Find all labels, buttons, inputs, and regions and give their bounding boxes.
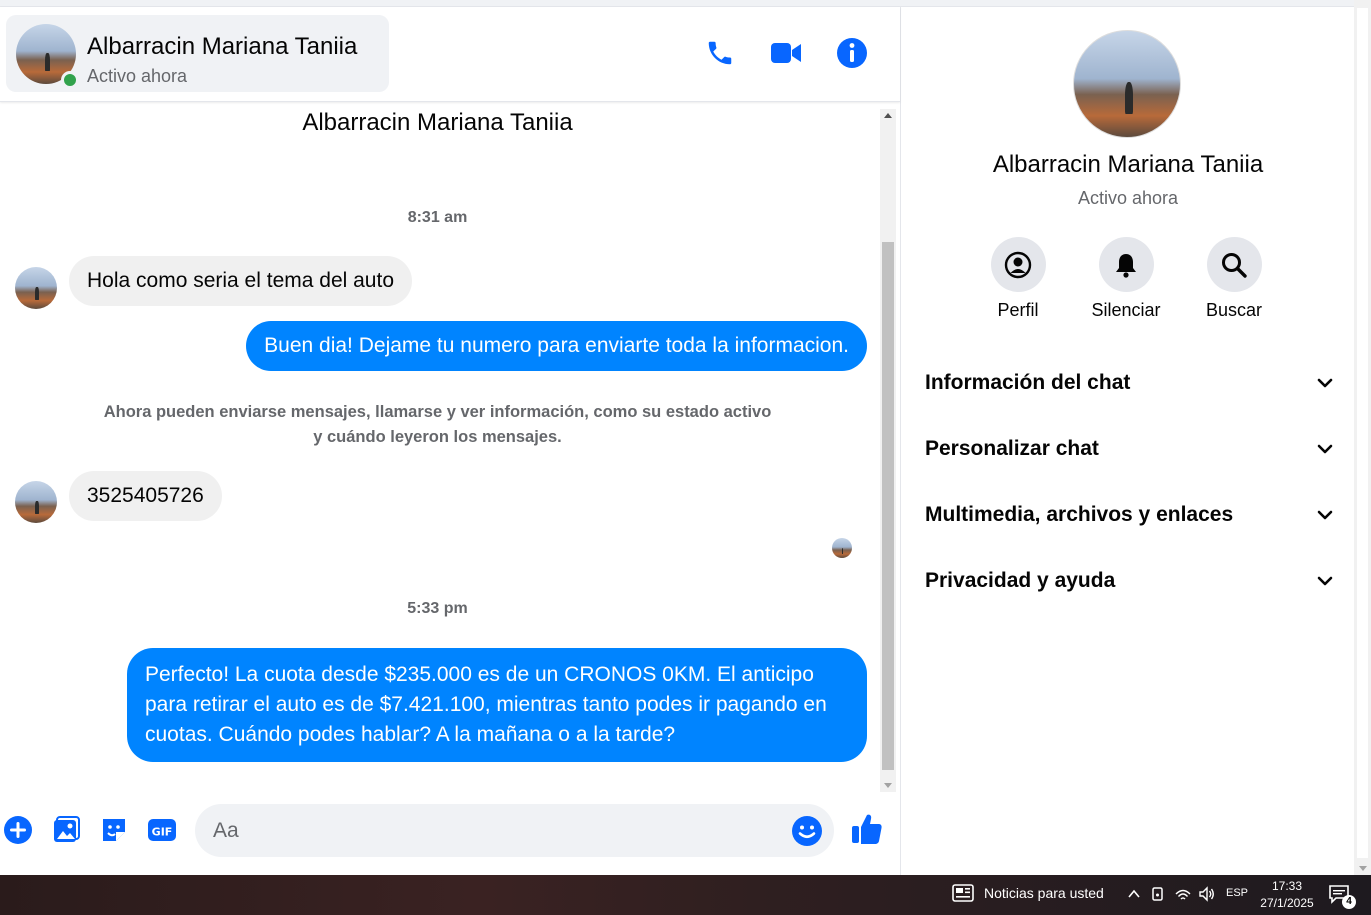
photo-gallery-icon	[54, 816, 80, 842]
chevron-down-icon	[1317, 378, 1333, 388]
conversation-info-panel: Albarracin Mariana Taniia Activo ahora P…	[900, 7, 1354, 875]
video-camera-icon	[771, 43, 801, 63]
meet-now-button[interactable]	[1151, 886, 1165, 905]
top-bar	[0, 0, 1354, 7]
chevron-down-icon	[1317, 510, 1333, 520]
mute-action-label: Silenciar	[1091, 300, 1161, 320]
bell-icon	[1116, 253, 1136, 278]
page-scroll-thumb[interactable]	[1357, 8, 1368, 858]
scroll-thumb[interactable]	[882, 242, 894, 770]
gif-button[interactable]: GIF	[146, 814, 178, 846]
device-icon	[1152, 887, 1163, 901]
clock-time: 17:33	[1271, 879, 1303, 893]
chat-header: Albarracin Mariana Taniia Activo ahora	[0, 7, 900, 102]
conversation-info-button[interactable]	[835, 36, 869, 70]
section-privacy-help[interactable]: Privacidad y ayuda	[925, 561, 1335, 601]
profile-avatar[interactable]	[1073, 30, 1181, 138]
messenger-app: Albarracin Mariana Taniia Activo ahora A…	[0, 0, 1371, 875]
chevron-down-icon	[1317, 576, 1333, 586]
section-customize-chat[interactable]: Personalizar chat	[925, 429, 1335, 469]
incoming-message[interactable]: 3525405726	[69, 471, 222, 521]
search-icon	[1222, 252, 1247, 278]
timestamp: 5:33 pm	[407, 600, 468, 617]
section-chat-info[interactable]: Información del chat	[925, 363, 1335, 403]
section-label: Personalizar chat	[925, 437, 1099, 460]
chevron-up-icon	[1128, 889, 1140, 898]
sticker-button[interactable]	[98, 814, 130, 846]
emoji-icon	[792, 816, 822, 846]
like-button[interactable]	[850, 812, 884, 846]
phone-icon	[708, 41, 732, 65]
mute-action-circle[interactable]	[1098, 237, 1154, 292]
input-language[interactable]: ESP	[1226, 887, 1248, 899]
search-action[interactable]: Buscar	[1184, 237, 1284, 321]
attach-photo-button[interactable]	[50, 814, 82, 846]
contact-header-card[interactable]: Albarracin Mariana Taniia Activo ahora	[6, 15, 389, 92]
news-icon	[952, 884, 974, 902]
section-media-files-links[interactable]: Multimedia, archivos y enlaces	[925, 495, 1335, 535]
message-input[interactable]	[213, 804, 793, 857]
windows-taskbar: Noticias para usted ESP 17:33 27/1/2025 …	[0, 875, 1371, 915]
sender-avatar[interactable]	[15, 481, 57, 523]
wifi-icon	[1175, 889, 1191, 900]
timestamp: 8:31 am	[407, 209, 468, 226]
thumbs-up-icon	[852, 814, 882, 844]
profile-action-circle[interactable]	[990, 237, 1046, 292]
volume-button[interactable]	[1198, 886, 1216, 905]
section-label: Información del chat	[925, 371, 1131, 394]
news-label: Noticias para usted	[984, 885, 1104, 901]
more-actions-button[interactable]	[2, 814, 34, 846]
scroll-up-arrow[interactable]	[884, 113, 892, 118]
contact-status: Activo ahora	[87, 66, 188, 86]
outgoing-message[interactable]: Perfecto! La cuota desde $235.000 es de …	[127, 648, 867, 762]
scroll-down-arrow[interactable]	[884, 783, 892, 788]
incoming-message[interactable]: Hola como seria el tema del auto	[69, 256, 412, 306]
search-action-label: Buscar	[1205, 300, 1263, 320]
notification-count-badge: 4	[1342, 895, 1356, 909]
contact-name: Albarracin Mariana Taniia	[87, 33, 358, 60]
notification-center-button[interactable]: 4	[1328, 884, 1356, 909]
messages-scrollbar[interactable]	[880, 109, 896, 792]
online-indicator	[61, 71, 79, 89]
profile-name: Albarracin Mariana Taniia	[992, 151, 1264, 178]
profile-action[interactable]: Perfil	[968, 237, 1068, 321]
gif-icon: GIF	[148, 819, 176, 841]
message-input-wrapper	[195, 804, 834, 857]
voice-call-button[interactable]	[703, 36, 737, 70]
search-action-circle[interactable]	[1206, 237, 1262, 292]
system-clock[interactable]: 17:33 27/1/2025	[1252, 878, 1322, 912]
info-icon	[837, 38, 867, 68]
wifi-button[interactable]	[1175, 886, 1191, 905]
section-label: Multimedia, archivos y enlaces	[925, 503, 1234, 526]
video-call-button[interactable]	[769, 36, 803, 70]
read-receipt-avatar	[832, 538, 852, 558]
show-hidden-icons-button[interactable]	[1127, 887, 1141, 904]
chevron-down-icon	[1317, 444, 1333, 454]
chat-panel: Albarracin Mariana Taniia Activo ahora A…	[0, 7, 900, 875]
section-label: Privacidad y ayuda	[925, 569, 1116, 592]
conversation-title: Albarracin Mariana Taniia	[302, 109, 573, 136]
emoji-button[interactable]	[791, 815, 823, 847]
message-composer: GIF	[0, 792, 900, 875]
system-notice: Ahora pueden enviarse mensajes, llamarse…	[103, 403, 772, 446]
news-widget[interactable]: Noticias para usted	[952, 884, 1104, 902]
outgoing-message[interactable]: Buen dia! Dejame tu numero para enviarte…	[246, 321, 867, 371]
mute-action[interactable]: Silenciar	[1076, 237, 1176, 321]
profile-action-label: Perfil	[997, 300, 1039, 320]
svg-text:GIF: GIF	[152, 826, 173, 839]
message-list: Albarracin Mariana Taniia 8:31 am Hola c…	[0, 102, 880, 792]
page-scroll-down-arrow[interactable]	[1359, 866, 1367, 871]
page-scrollbar[interactable]	[1354, 0, 1371, 875]
profile-status: Activo ahora	[1077, 188, 1179, 208]
sticker-icon	[103, 819, 125, 841]
speaker-icon	[1199, 886, 1214, 902]
clock-date: 27/1/2025	[1260, 896, 1314, 910]
sender-avatar[interactable]	[15, 267, 57, 309]
plus-circle-icon	[4, 816, 32, 844]
profile-icon	[1004, 251, 1032, 278]
